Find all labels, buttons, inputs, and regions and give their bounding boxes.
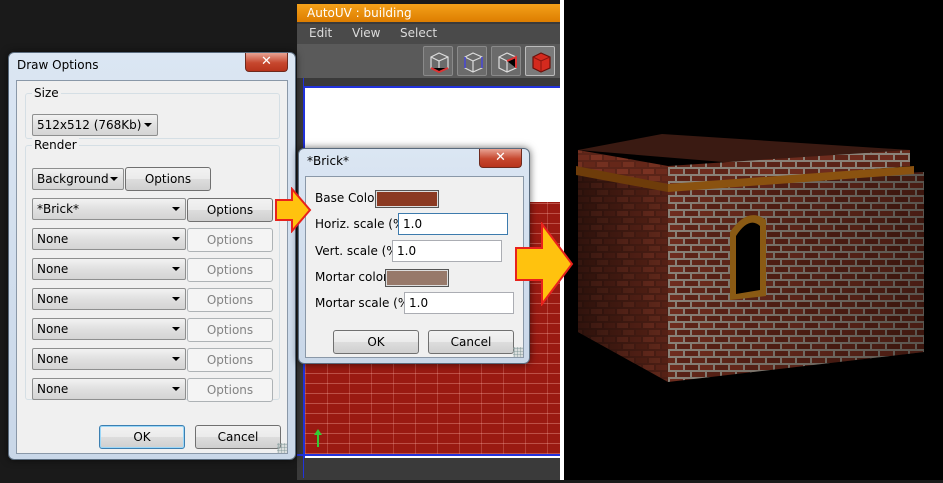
vert-scale-label: Vert. scale (%) xyxy=(315,244,403,258)
layer-options-button-2: Options xyxy=(187,228,273,252)
draw-options-title: Draw Options xyxy=(17,58,99,72)
layer-select-1[interactable]: *Brick* xyxy=(32,198,186,220)
resize-grip-icon[interactable] xyxy=(277,443,287,453)
mortar-color-label: Mortar color xyxy=(315,270,388,284)
chevron-down-icon xyxy=(172,207,180,211)
base-color-swatch[interactable] xyxy=(375,190,439,208)
layer-select-4[interactable]: None xyxy=(32,288,186,310)
layer-select-value: None xyxy=(37,232,69,246)
vert-scale-input[interactable]: 1.0 xyxy=(392,240,502,262)
chevron-down-icon xyxy=(172,237,180,241)
face-cube-icon[interactable] xyxy=(525,46,555,76)
layer-select-6[interactable]: None xyxy=(32,348,186,370)
layer-select-5[interactable]: None xyxy=(32,318,186,340)
wireframe-cube-icon[interactable] xyxy=(423,46,453,76)
layer-select-value: None xyxy=(37,262,69,276)
autouv-toolbar xyxy=(297,44,561,78)
mortar-color-swatch[interactable] xyxy=(385,269,449,287)
brick-dialog: *Brick* ✕ Base Color Horiz. scale (%) 1.… xyxy=(298,148,530,364)
chevron-down-icon xyxy=(172,327,180,331)
brick-dialog-title: *Brick* xyxy=(307,154,350,168)
layer-select-value: None xyxy=(37,292,69,306)
background-options-button[interactable]: Options xyxy=(125,167,211,191)
draw-options-dialog: Draw Options ✕ Size 512x512 (768Kb) Rend… xyxy=(8,52,296,460)
cancel-button[interactable]: Cancel xyxy=(428,330,514,354)
render-view xyxy=(564,0,943,480)
layer-select-value: None xyxy=(37,352,69,366)
background-select-value: Background xyxy=(37,172,109,186)
close-icon[interactable]: ✕ xyxy=(245,53,288,72)
layer-select-value: None xyxy=(37,322,69,336)
render-group-label: Render xyxy=(32,138,79,152)
layer-options-button-3: Options xyxy=(187,258,273,282)
draw-options-client: Size 512x512 (768Kb) Render Background O… xyxy=(16,80,288,454)
close-icon[interactable]: ✕ xyxy=(479,149,522,168)
layer-select-7[interactable]: None xyxy=(32,378,186,400)
size-select[interactable]: 512x512 (768Kb) xyxy=(32,114,158,136)
chevron-down-icon xyxy=(172,297,180,301)
layer-select-2[interactable]: None xyxy=(32,228,186,250)
uv-bottom-rule xyxy=(297,454,561,456)
layer-select-value: *Brick* xyxy=(37,202,80,216)
menu-edit[interactable]: Edit xyxy=(309,26,332,40)
mortar-scale-input[interactable]: 1.0 xyxy=(404,292,514,314)
autouv-menubar: Edit View Select xyxy=(297,24,561,44)
brick-building-render xyxy=(576,134,924,382)
layer-options-button-5: Options xyxy=(187,318,273,342)
chevron-down-icon xyxy=(144,123,152,127)
mortar-scale-label: Mortar scale (%) xyxy=(315,296,414,310)
vertex-cube-icon[interactable] xyxy=(457,46,487,76)
horiz-scale-input[interactable]: 1.0 xyxy=(398,213,508,235)
chevron-down-icon xyxy=(110,177,118,181)
background-select[interactable]: Background xyxy=(32,168,124,190)
right-arrow-icon xyxy=(275,187,312,233)
cancel-button[interactable]: Cancel xyxy=(195,425,281,449)
menu-select[interactable]: Select xyxy=(400,26,437,40)
edge-cube-icon[interactable] xyxy=(491,46,521,76)
horiz-scale-label: Horiz. scale (%) xyxy=(315,217,410,231)
chevron-down-icon xyxy=(172,267,180,271)
layer-options-button-7: Options xyxy=(187,378,273,402)
size-group-label: Size xyxy=(32,86,61,100)
resize-grip-icon[interactable] xyxy=(513,347,523,357)
menu-view[interactable]: View xyxy=(352,26,380,40)
autouv-title: AutoUV : building xyxy=(297,4,561,22)
ok-button[interactable]: OK xyxy=(99,425,185,449)
right-arrow-icon xyxy=(515,222,574,306)
ok-button[interactable]: OK xyxy=(333,330,419,354)
layer-options-button-1[interactable]: Options xyxy=(187,198,273,222)
layer-options-button-4: Options xyxy=(187,288,273,312)
chevron-down-icon xyxy=(172,357,180,361)
brick-dialog-client: Base Color Horiz. scale (%) 1.0 Vert. sc… xyxy=(305,176,524,358)
layer-options-button-6: Options xyxy=(187,348,273,372)
layer-select-value: None xyxy=(37,382,69,396)
size-select-value: 512x512 (768Kb) xyxy=(37,118,142,132)
chevron-down-icon xyxy=(172,387,180,391)
base-color-label: Base Color xyxy=(315,191,380,205)
layer-select-3[interactable]: None xyxy=(32,258,186,280)
up-arrow-icon xyxy=(314,429,322,447)
